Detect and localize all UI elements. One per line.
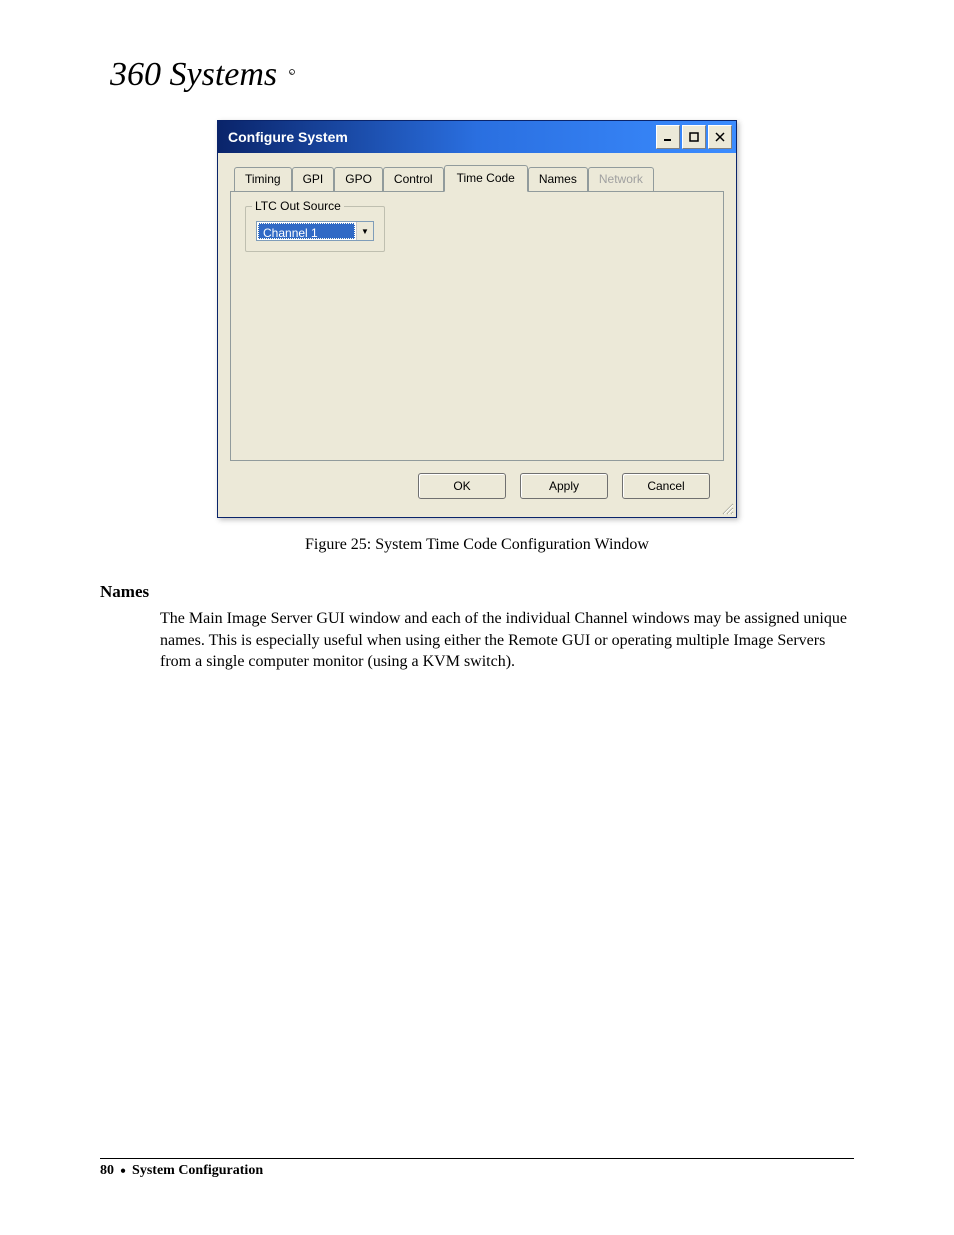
body-paragraph: The Main Image Server GUI window and eac… xyxy=(160,608,854,673)
resize-grip-icon[interactable] xyxy=(720,501,734,515)
tab-gpo[interactable]: GPO xyxy=(334,167,383,191)
page-footer: 80 ● System Configuration xyxy=(100,1158,854,1179)
ltc-out-source-group: LTC Out Source Channel 1 ▼ xyxy=(245,206,385,252)
tab-bar: Timing GPI GPO Control Time Code Names N… xyxy=(230,165,724,191)
maximize-button[interactable] xyxy=(682,125,706,149)
ltc-source-dropdown[interactable]: Channel 1 ▼ xyxy=(256,221,374,241)
configure-system-dialog: Configure System Timing GPI xyxy=(217,120,737,518)
dropdown-selected-value: Channel 1 xyxy=(258,223,355,239)
tab-control[interactable]: Control xyxy=(383,167,444,191)
tab-names[interactable]: Names xyxy=(528,167,588,191)
tab-timing[interactable]: Timing xyxy=(234,167,292,191)
tab-network: Network xyxy=(588,167,654,191)
chevron-down-icon[interactable]: ▼ xyxy=(356,222,373,240)
ok-button[interactable]: OK xyxy=(418,473,506,499)
apply-button[interactable]: Apply xyxy=(520,473,608,499)
tab-time-code[interactable]: Time Code xyxy=(444,165,528,192)
figure-caption: Figure 25: System Time Code Configuratio… xyxy=(100,536,854,554)
page-number: 80 xyxy=(100,1163,114,1178)
svg-text:360 Systems: 360 Systems xyxy=(110,56,277,93)
tab-panel-time-code: LTC Out Source Channel 1 ▼ xyxy=(230,191,724,461)
footer-section: System Configuration xyxy=(132,1163,263,1178)
brand-logo: 360 Systems R xyxy=(110,50,854,100)
cancel-button[interactable]: Cancel xyxy=(622,473,710,499)
groupbox-legend: LTC Out Source xyxy=(252,199,344,213)
dialog-titlebar: Configure System xyxy=(218,121,736,153)
dialog-title: Configure System xyxy=(228,129,656,145)
tab-gpi[interactable]: GPI xyxy=(292,167,335,191)
close-button[interactable] xyxy=(708,125,732,149)
minimize-button[interactable] xyxy=(656,125,680,149)
section-heading-names: Names xyxy=(100,582,854,602)
